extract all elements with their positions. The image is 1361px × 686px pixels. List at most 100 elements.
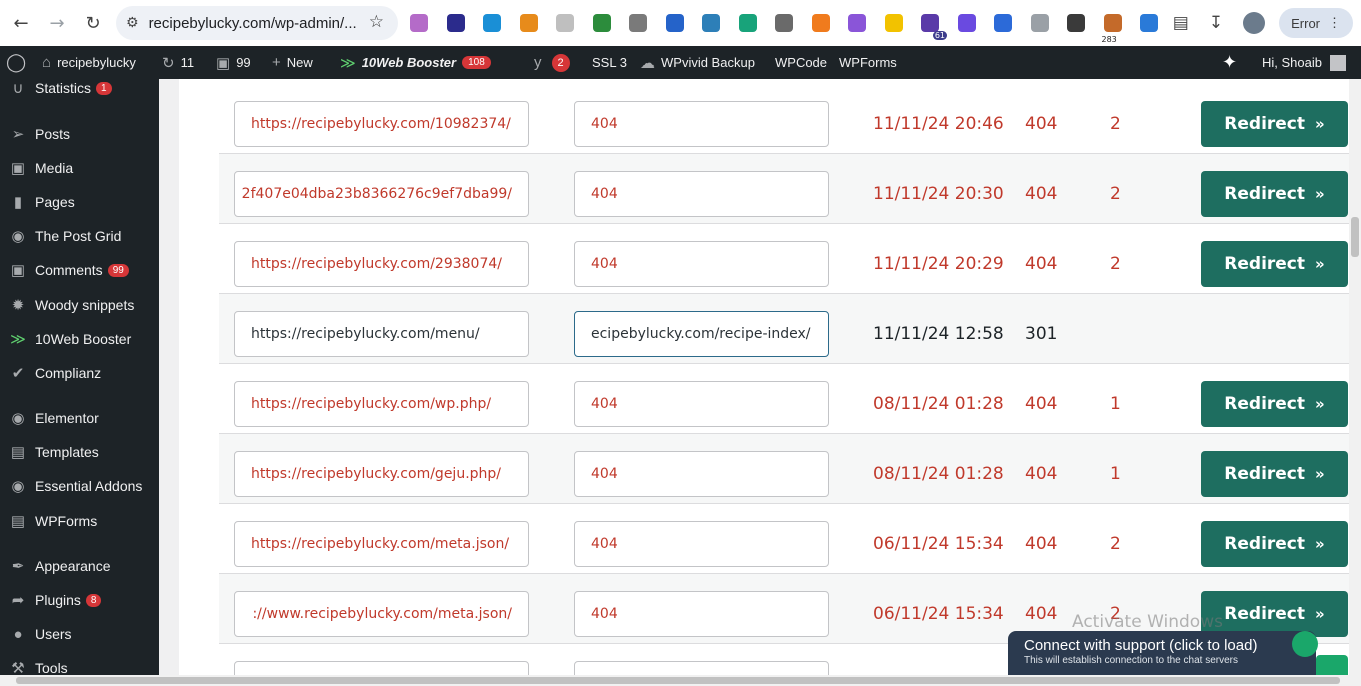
source-url-field[interactable]: https://recipebylucky.com/2938074/ xyxy=(234,241,529,287)
kebab-menu-icon: ⋮ xyxy=(1328,15,1341,30)
reload-icon[interactable]: ↻ xyxy=(78,8,108,38)
ext-q-icon[interactable] xyxy=(994,14,1012,32)
sidebar-item-elementor[interactable]: ◉ Elementor xyxy=(0,403,159,433)
source-url-field[interactable]: ://www.recipebylucky.com/meta.json/ xyxy=(234,591,529,637)
ext-d-icon[interactable] xyxy=(519,14,538,32)
horizontal-scroll-thumb[interactable] xyxy=(16,677,1340,684)
ab-updates[interactable]: ↻ 11 xyxy=(162,46,194,79)
ext-u-icon[interactable] xyxy=(1140,14,1158,32)
sidebar-item-complianz[interactable]: ✔ Complianz xyxy=(0,358,159,388)
sidebar-item-wpforms[interactable]: ▤ WPForms xyxy=(0,506,159,536)
wp-logo-icon[interactable]: ◯ xyxy=(6,46,32,79)
ab-new[interactable]: + New xyxy=(272,46,313,79)
ext-s-icon[interactable] xyxy=(1067,14,1085,32)
ext-m-icon[interactable] xyxy=(848,14,866,32)
ext-g-icon[interactable] xyxy=(629,14,647,32)
source-url-field[interactable]: https://recipebylucky.com/10982374/ xyxy=(234,101,529,147)
support-chat-widget[interactable]: Connect with support (click to load) Thi… xyxy=(1008,631,1316,675)
profile-avatar[interactable] xyxy=(1243,12,1266,34)
sidebar-item-essential-addons[interactable]: ◉ Essential Addons xyxy=(0,471,159,501)
booster-icon: ≫ xyxy=(10,331,26,348)
chat-launcher-tab[interactable] xyxy=(1316,655,1348,675)
redirect-button[interactable]: Redirect » xyxy=(1201,521,1348,567)
ab-booster[interactable]: ≫ 10Web Booster 108 xyxy=(340,46,491,79)
sidebar-item-comments[interactable]: ▣ Comments 99 xyxy=(0,255,159,285)
target-url-field[interactable]: 404 xyxy=(574,451,829,497)
source-url-field[interactable] xyxy=(234,661,529,675)
source-url-field[interactable]: https://recipebylucky.com/wp.php/ xyxy=(234,381,529,427)
ab-wpcode[interactable]: WPCode xyxy=(775,46,827,79)
ext-k-icon[interactable] xyxy=(775,14,793,32)
redirect-button[interactable]: Redirect » xyxy=(1201,101,1348,147)
ab-ssl[interactable]: SSL 3 xyxy=(592,46,627,79)
sidebar-item-statistics[interactable]: ∪ Statistics 1 xyxy=(0,79,159,103)
ext-j-icon[interactable] xyxy=(738,14,757,32)
site-settings-icon[interactable]: ⚙ xyxy=(126,15,139,31)
target-url-field[interactable]: 404 xyxy=(574,381,829,427)
ab-account[interactable]: Hi, Shoaib xyxy=(1262,46,1346,79)
bookmark-star-icon[interactable]: ☆ xyxy=(369,12,384,32)
ext-a-icon[interactable] xyxy=(410,14,428,32)
ab-comments[interactable]: ▣ 99 xyxy=(216,46,251,79)
ext-e-icon[interactable] xyxy=(556,14,574,32)
double-chevron-icon: » xyxy=(1315,535,1325,553)
hit-count: 1 xyxy=(1110,464,1121,484)
target-url-field[interactable]: 404 xyxy=(574,171,829,217)
ext-h-icon[interactable] xyxy=(665,14,684,32)
ab-yoast[interactable]: y2 xyxy=(534,46,570,79)
address-bar[interactable]: ⚙ recipebylucky.com/wp-admin/... ☆ xyxy=(116,6,398,40)
ext-n-icon[interactable] xyxy=(884,14,903,32)
sidebar-item-templates[interactable]: ▤ Templates xyxy=(0,437,159,467)
sidebar-item-the-post-grid[interactable]: ◉ The Post Grid xyxy=(0,221,159,251)
activate-windows-watermark: Activate Windows xyxy=(1072,612,1223,632)
target-url-field[interactable]: 404 xyxy=(574,521,829,567)
sidebar-item-plugins[interactable]: ➦ Plugins 8 xyxy=(0,585,159,615)
forward-icon[interactable]: → xyxy=(42,8,72,38)
puzzle-icon[interactable]: ▤ xyxy=(1173,13,1189,33)
sidebar-item-media[interactable]: ▣ Media xyxy=(0,153,159,183)
ab-wpforms[interactable]: WPForms xyxy=(839,46,897,79)
redirect-button[interactable]: Redirect » xyxy=(1201,381,1348,427)
back-icon[interactable]: ← xyxy=(6,8,36,38)
target-url-field[interactable]: 404 xyxy=(574,101,829,147)
sidebar-item-appearance[interactable]: ✒ Appearance xyxy=(0,551,159,581)
source-url-field[interactable]: https://recipebylucky.com/menu/ xyxy=(234,311,529,357)
sidebar-item-10web-booster[interactable]: ≫ 10Web Booster xyxy=(0,324,159,354)
sidebar-item-woody-snippets[interactable]: ✹ Woody snippets xyxy=(0,290,159,320)
chart-icon: ∪ xyxy=(12,80,24,97)
error-button[interactable]: Error ⋮ xyxy=(1279,8,1353,38)
ab-wpvivid[interactable]: ☁ WPvivid Backup xyxy=(640,46,755,79)
table-row: https://recipebylucky.com/menu/ecipebylu… xyxy=(219,294,1349,364)
target-url-field[interactable] xyxy=(574,661,829,675)
sidebar-item-users[interactable]: ● Users xyxy=(0,619,159,649)
sidebar-item-label: WPForms xyxy=(35,513,98,529)
ab-site-name[interactable]: ⌂ recipebylucky xyxy=(42,46,136,79)
ext-l-icon[interactable] xyxy=(811,14,830,32)
source-url-field[interactable]: https://recipebylucky.com/meta.json/ xyxy=(234,521,529,567)
vertical-scroll-thumb[interactable] xyxy=(1351,217,1359,257)
ext-t-icon[interactable]: 283 xyxy=(1102,14,1122,44)
redirect-button[interactable]: Redirect » xyxy=(1201,451,1348,497)
ext-c-icon[interactable] xyxy=(483,14,501,32)
download-icon[interactable]: ↧ xyxy=(1209,13,1223,33)
target-url-field[interactable]: 404 xyxy=(574,591,829,637)
target-url-field[interactable]: ecipebylucky.com/recipe-index/ xyxy=(574,311,829,357)
sidebar-item-posts[interactable]: ➢ Posts xyxy=(0,119,159,149)
horizontal-scrollbar[interactable] xyxy=(0,675,1361,686)
source-url-field[interactable]: 2f407e04dba23b8366276c9ef7dba99/ xyxy=(234,171,529,217)
ext-f-icon[interactable] xyxy=(592,14,611,32)
ext-b-icon[interactable] xyxy=(446,14,465,32)
redirect-button[interactable]: Redirect » xyxy=(1201,171,1348,217)
brush-icon: ✒ xyxy=(11,558,25,575)
ext-p-icon[interactable] xyxy=(957,14,976,32)
source-url-field[interactable]: https://recipebylucky.com/geju.php/ xyxy=(234,451,529,497)
ext-r-icon[interactable] xyxy=(1030,14,1049,32)
vertical-scrollbar[interactable] xyxy=(1349,79,1361,675)
sidebar-item-label: Posts xyxy=(35,126,71,142)
sparkle-icon[interactable]: ✦ xyxy=(1222,46,1243,79)
redirect-button[interactable]: Redirect » xyxy=(1201,241,1348,287)
ext-i-icon[interactable] xyxy=(702,14,720,32)
sidebar-item-pages[interactable]: ▮ Pages xyxy=(0,187,159,217)
ext-o-icon[interactable]: 61 xyxy=(921,14,947,40)
target-url-field[interactable]: 404 xyxy=(574,241,829,287)
